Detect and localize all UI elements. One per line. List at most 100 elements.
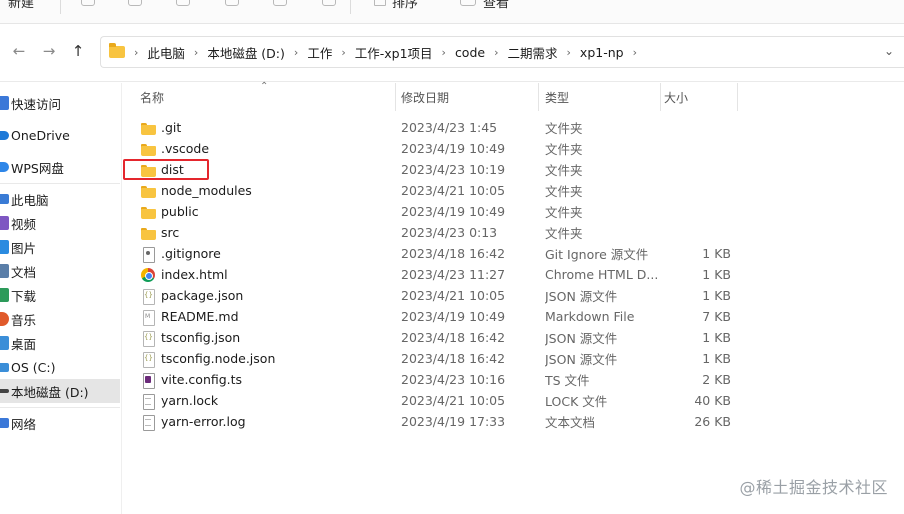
file-row[interactable]: .vscode 2023/4/19 10:49 文件夹 [123,138,904,159]
file-row[interactable]: README.md 2023/4/19 10:49 Markdown File 7 K… [123,306,904,327]
sidebar-divider [0,407,120,408]
folder-icon [140,183,156,199]
chevron-right-icon[interactable]: › [294,46,298,59]
sidebar-item-label: 文档 [11,264,37,280]
sidebar-item-desktop[interactable]: 桌面 [0,331,120,355]
file-name: yarn-error.log [161,414,246,429]
sidebar-item-pictures[interactable]: 图片 [0,235,120,259]
file-name: .git [161,120,182,135]
file-type: LOCK 文件 [545,394,608,409]
file-size: 7 KB [702,309,731,324]
sidebar-item-downloads[interactable]: 下载 [0,283,120,307]
sidebar-item-this-pc[interactable]: 此电脑 [0,187,120,211]
chevron-right-icon[interactable]: › [194,46,198,59]
cut-icon[interactable] [81,0,95,6]
sidebar-item-documents[interactable]: 文档 [0,259,120,283]
delete-icon[interactable] [322,0,336,6]
column-divider[interactable] [737,83,738,111]
file-type: 文件夹 [545,226,583,241]
breadcrumb-local-disk-d[interactable]: 本地磁盘 (D:) [207,43,285,62]
sidebar-item-label: 网络 [11,416,37,432]
breadcrumb-xp1-np[interactable]: xp1-np [580,45,624,60]
up-button[interactable]: ↑ [67,40,89,62]
address-dropdown-icon[interactable]: ⌄ [884,44,894,58]
column-header-type[interactable]: 类型 [528,83,648,111]
file-row[interactable]: yarn-error.log 2023/4/19 17:33 文本文档 26 KB [123,411,904,432]
sidebar-item-label: 图片 [11,240,37,256]
chevron-right-icon[interactable]: › [341,46,345,59]
column-header-name[interactable]: 名称 [123,83,395,111]
chevron-right-icon[interactable]: › [494,46,498,59]
folder-icon [140,162,156,178]
cloud-icon [0,130,9,140]
file-name-cell: .git [140,117,395,138]
file-name: .vscode [161,141,210,156]
view-button[interactable]: 查看 [483,0,509,11]
sort-icon[interactable] [374,0,386,6]
forward-button[interactable]: → [38,40,60,62]
file-row[interactable]: .gitignore 2023/4/18 16:42 Git Ignore 源文件 1… [123,243,904,264]
rename-icon[interactable] [225,0,239,6]
file-row[interactable]: src 2023/4/23 0:13 文件夹 [123,222,904,243]
file-row[interactable]: dist 2023/4/23 10:19 文件夹 [123,159,904,180]
column-header-size[interactable]: 大小 [647,83,737,111]
sidebar-item-onedrive[interactable]: OneDrive [0,123,120,147]
sidebar-item-quick-access[interactable]: 快速访问 [0,91,120,115]
git-file-icon [140,246,156,263]
network-icon [0,418,9,428]
file-size: 1 KB [702,246,731,261]
sidebar-item-network[interactable]: 网络 [0,411,120,435]
file-row[interactable]: public 2023/4/19 10:49 文件夹 [123,201,904,222]
file-row[interactable]: node_modules 2023/4/21 10:05 文件夹 [123,180,904,201]
sidebar-item-drive-c[interactable]: OS (C:) [0,355,120,379]
back-button[interactable]: ← [8,40,30,62]
sidebar-item-label: 视频 [11,216,37,232]
breadcrumb-work-xp1[interactable]: 工作-xp1项目 [355,43,433,62]
copy-icon[interactable] [128,0,142,6]
file-row[interactable]: yarn.lock 2023/4/21 10:05 LOCK 文件 40 KB [123,390,904,411]
sidebar-item-drive-d[interactable]: 本地磁盘 (D:) [0,379,120,403]
file-date: 2023/4/18 16:42 [401,351,506,366]
breadcrumb-this-pc[interactable]: 此电脑 [147,43,185,62]
breadcrumb-phase2[interactable]: 二期需求 [508,43,558,62]
file-row[interactable]: .git 2023/4/23 1:45 文件夹 [123,117,904,138]
file-name-cell: yarn.lock [140,390,395,411]
sidebar-item-wps-drive[interactable]: WPS网盘 [0,155,120,179]
file-type: JSON 源文件 [545,289,618,304]
arrow-up-icon: ↑ [71,42,85,60]
file-name-cell: package.json [140,285,395,306]
new-button[interactable]: 新建 [8,0,34,11]
cloud-icon [0,162,9,172]
column-header-label: 大小 [664,90,689,105]
arrow-right-icon: → [42,42,56,60]
view-icon[interactable] [460,0,476,6]
folder-icon [140,141,156,157]
music-icon [0,312,9,326]
chevron-right-icon[interactable]: › [567,46,571,59]
file-date: 2023/4/23 0:13 [401,225,498,240]
breadcrumb-code[interactable]: code [455,45,485,60]
sidebar-item-music[interactable]: 音乐 [0,307,120,331]
file-row[interactable]: tsconfig.node.json 2023/4/18 16:42 JSON 源文… [123,348,904,369]
breadcrumb-work[interactable]: 工作 [307,43,332,62]
image-icon [0,240,9,254]
paste-icon[interactable] [176,0,190,6]
sidebar-item-label: 桌面 [11,336,37,352]
share-icon[interactable] [273,0,287,6]
file-row[interactable]: vite.config.ts 2023/4/23 10:16 TS 文件 2 KB [123,369,904,390]
address-bar[interactable]: › 此电脑 › 本地磁盘 (D:) › 工作 › 工作-xp1项目 › code… [100,36,904,68]
column-header-date[interactable]: 修改日期 [384,83,538,111]
file-name-cell: tsconfig.node.json [140,348,395,369]
file-name-cell: src [140,222,395,243]
file-size [663,159,731,180]
sort-button[interactable]: 排序 [392,0,418,11]
file-row[interactable]: index.html 2023/4/23 11:27 Chrome HTML D..… [123,264,904,285]
chevron-right-icon[interactable]: › [633,46,637,59]
folder-icon [140,204,156,220]
file-row[interactable]: tsconfig.json 2023/4/18 16:42 JSON 源文件 1 KB [123,327,904,348]
desktop-icon [0,336,9,350]
sidebar-item-label: 本地磁盘 (D:) [11,384,89,400]
sidebar-item-videos[interactable]: 视频 [0,211,120,235]
file-row[interactable]: package.json 2023/4/21 10:05 JSON 源文件 1 KB [123,285,904,306]
chevron-right-icon[interactable]: › [442,46,446,59]
